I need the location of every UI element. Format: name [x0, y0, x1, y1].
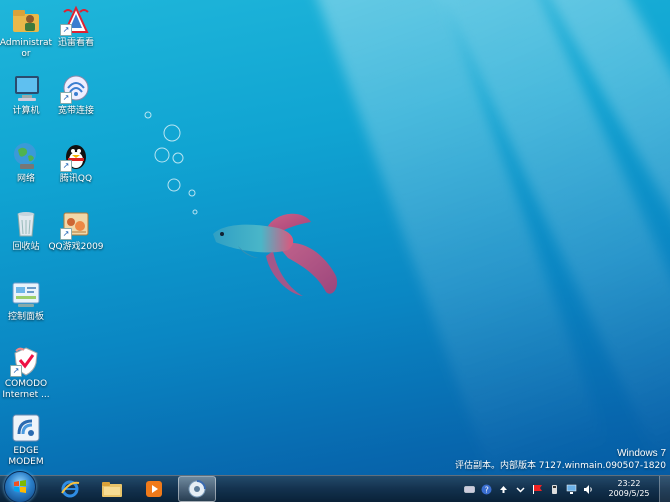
icon-label: QQ游戏2009: [48, 242, 104, 252]
watermark-title: Windows 7: [617, 448, 666, 459]
internet-explorer-icon: [61, 480, 80, 498]
start-button[interactable]: [4, 471, 36, 502]
taskbar-internet-explorer[interactable]: [52, 477, 88, 501]
usb-icon[interactable]: [549, 484, 560, 495]
icon-label: 控制面板: [7, 312, 44, 322]
media-center-icon: [188, 480, 206, 498]
watermark-build: 评估副本。内部版本 7127.winmain.090507-1820: [454, 461, 666, 471]
keyboard-icon[interactable]: [464, 484, 475, 495]
betta-fish-image: [213, 213, 338, 296]
icon-label: 计算机: [12, 106, 40, 116]
taskbar: ? 23:22 2009/5/25: [0, 471, 670, 502]
icon-label: Administrator: [0, 38, 53, 59]
bubbles: [144, 111, 198, 215]
action-center-flag-icon[interactable]: [532, 484, 543, 495]
shortcut-arrow-icon: ↗: [10, 365, 22, 377]
desktop-icon-edge-modem[interactable]: EDGE MODEM: [0, 412, 52, 468]
clock-date: 2009/5/25: [608, 489, 650, 498]
taskbar-active-app[interactable]: [178, 476, 216, 502]
volume-icon[interactable]: [583, 484, 594, 495]
icon-label: EDGE MODEM: [8, 446, 44, 467]
computer-icon: [10, 72, 42, 104]
desktop-icon-qq-game[interactable]: ↗ QQ游戏2009: [48, 208, 104, 253]
user-folder-icon: [10, 4, 42, 36]
desktop-icon-recycle-bin[interactable]: 回收站: [0, 208, 52, 253]
shortcut-arrow-icon: ↗: [60, 92, 72, 104]
media-player-icon: [146, 481, 162, 497]
taskbar-media-player[interactable]: [136, 477, 172, 501]
show-desktop-button[interactable]: [659, 476, 670, 502]
desktop-icon-comodo[interactable]: ↗ COMODO Internet ...: [0, 345, 52, 401]
xunlei-icon: ↗: [60, 4, 92, 36]
qq-game-icon: ↗: [60, 208, 92, 240]
desktop[interactable]: Administrator ↗ 迅雷看看 计算机 ↗ 宽带连接 网络 ↗ 腾讯Q…: [0, 0, 670, 502]
desktop-icon-administrator[interactable]: Administrator: [0, 4, 52, 60]
qq-penguin-icon: ↗: [60, 140, 92, 172]
desktop-icon-control-panel[interactable]: 控制面板: [0, 278, 52, 323]
desktop-icon-broadband[interactable]: ↗ 宽带连接: [50, 72, 102, 117]
network-icon[interactable]: [566, 484, 577, 495]
evaluation-watermark: Windows 7 评估副本。内部版本 7127.winmain.090507-…: [455, 448, 666, 472]
desktop-icon-network[interactable]: 网络: [0, 140, 52, 185]
folder-icon: [102, 482, 122, 497]
recycle-bin-icon: [10, 208, 42, 240]
clock-time: 23:22: [617, 479, 641, 488]
edge-modem-icon: [10, 412, 42, 444]
comodo-shield-icon: ↗: [10, 345, 42, 377]
network-globe-icon: ↗: [60, 72, 92, 104]
icon-label: 宽带连接: [57, 106, 94, 116]
desktop-icon-computer[interactable]: 计算机: [0, 72, 52, 117]
show-hidden-icons-icon[interactable]: [515, 484, 526, 495]
help-icon[interactable]: ?: [481, 484, 492, 495]
windows-logo-icon: [14, 480, 26, 493]
icon-label: 回收站: [12, 242, 40, 252]
globe-icon: [10, 140, 42, 172]
desktop-icon-qq[interactable]: ↗ 腾讯QQ: [50, 140, 102, 185]
icon-label: COMODO Internet ...: [2, 379, 50, 400]
taskbar-windows-explorer[interactable]: [94, 477, 130, 501]
shortcut-arrow-icon: ↗: [60, 228, 72, 240]
arrow-up-icon[interactable]: [498, 484, 509, 495]
icon-label: 网络: [16, 174, 35, 184]
icon-label: 迅雷看看: [57, 38, 94, 48]
shortcut-arrow-icon: ↗: [60, 160, 72, 172]
desktop-icon-xunlei[interactable]: ↗ 迅雷看看: [50, 4, 102, 49]
system-tray: ? 23:22 2009/5/25: [461, 476, 670, 502]
clock[interactable]: 23:22 2009/5/25: [603, 479, 655, 499]
icon-label: 腾讯QQ: [59, 174, 93, 184]
shortcut-arrow-icon: ↗: [60, 24, 72, 36]
control-panel-icon: [10, 278, 42, 310]
svg-text:?: ?: [485, 485, 489, 494]
